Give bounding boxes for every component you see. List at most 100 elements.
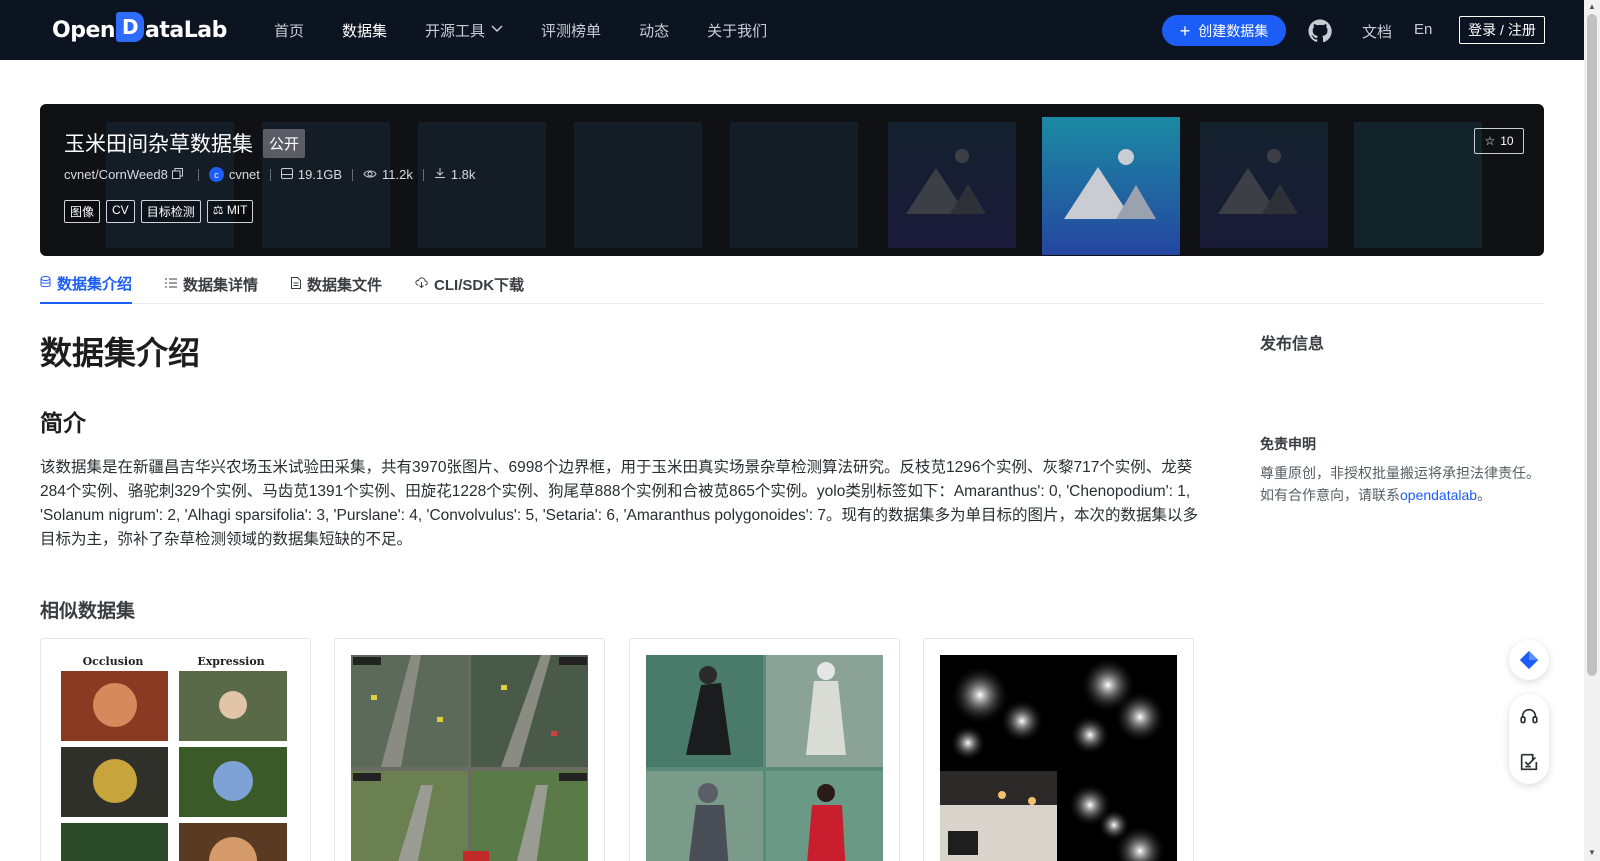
floating-toolbar [1509,694,1549,784]
login-register-button[interactable]: 登录 / 注册 [1459,16,1545,44]
logo-d-mark: D [116,12,145,42]
dataset-title-row: 玉米田间杂草数据集 公开 [64,128,306,158]
eye-icon [363,168,377,182]
tab-label: 数据集文件 [307,276,383,294]
banner-thumbnail-image-placeholder [1200,122,1328,248]
opendatalab-logo[interactable]: Open D ataLab [52,12,227,46]
visibility-badge: 公开 [263,128,306,158]
similar-dataset-card[interactable] [334,638,605,861]
download-icon [434,167,446,182]
tag-modality[interactable]: 图像 [64,200,101,223]
language-switch[interactable]: En [1414,21,1432,38]
plus-icon: + [1179,20,1191,41]
similar-dataset-thumbnail [351,655,588,861]
similar-dataset-thumbnail [646,655,883,861]
list-icon [165,277,178,291]
dataset-views: 11.2k [382,167,413,182]
top-navbar: Open D ataLab 首页 数据集 开源工具 评测榜单 动态 关于我们 +… [0,0,1584,60]
create-dataset-label: 创建数据集 [1198,22,1269,39]
scale-icon: ⚖ [212,203,224,217]
image-placeholder-icon [906,149,986,214]
scrollbar-thumb[interactable] [1587,14,1597,676]
nav-news[interactable]: 动态 [639,20,669,41]
chevron-down-icon [491,24,503,36]
similar-dataset-thumbnail: Occlusion Expression [57,655,294,861]
create-dataset-button[interactable]: + 创建数据集 [1162,15,1286,46]
star-count: 10 [1500,134,1514,148]
star-icon: ☆ [1484,134,1496,148]
banner-thumbnail [730,122,858,248]
tab-label: 数据集介绍 [57,275,133,293]
section-heading-intro: 数据集介绍 [40,335,201,371]
meta-divider [197,168,199,181]
image-placeholder-icon [1218,149,1298,214]
dataset-tabs: 数据集介绍 数据集详情 数据集文件 CLI/SDK下载 [40,264,1544,304]
meta-divider [422,168,424,181]
feedback-edit-icon[interactable] [1518,751,1540,773]
disclaimer-text: 尊重原创，非授权批量搬运将承担法律责任。如有合作意向，请联系opendatala… [1260,462,1550,506]
banner-thumbnail-selected [1042,117,1180,255]
logo-text-open: Open [52,17,116,43]
tab-cli-sdk-download[interactable]: CLI/SDK下载 [415,264,524,304]
dataset-title: 玉米田间杂草数据集 [64,133,253,156]
banner-thumbnail-image-placeholder [888,122,1016,248]
assistant-diamond-icon [1519,650,1539,670]
opendatalab-contact-link[interactable]: opendatalab [1400,487,1477,503]
database-icon [40,275,51,291]
tag-task[interactable]: 目标检测 [140,200,201,223]
dataset-size: 19.1GB [297,167,342,182]
nav-leaderboard[interactable]: 评测榜单 [541,20,601,41]
dataset-repo-name: cvnet/CornWeed8 [64,167,168,182]
tag-domain[interactable]: CV [106,200,135,223]
publish-info-heading: 发布信息 [1260,336,1325,353]
meta-divider [269,168,271,181]
tab-dataset-intro[interactable]: 数据集介绍 [40,264,133,304]
similar-dataset-card[interactable] [923,638,1194,861]
tab-label: CLI/SDK下载 [434,276,525,294]
banner-thumbnail [574,122,702,248]
tab-dataset-details[interactable]: 数据集详情 [165,264,258,304]
owner-name[interactable]: cvnet [229,167,260,182]
storage-icon [280,167,293,182]
disclaimer-heading: 免责申明 [1260,436,1316,452]
meta-divider [352,168,353,181]
logo-text-atalab: ataLab [145,17,227,43]
scroll-down-arrow-icon[interactable]: ▼ [1588,848,1596,857]
tab-dataset-files[interactable]: 数据集文件 [291,264,382,304]
dataset-banner: 玉米田间杂草数据集 公开 cvnet/CornWeed8 c cvnet 19.… [40,104,1544,256]
tab-label: 数据集详情 [183,276,259,294]
similar-datasets-heading: 相似数据集 [40,601,136,622]
similar-dataset-thumbnail [940,655,1177,861]
dataset-tags: 图像 CV 目标检测 ⚖ MIT [64,200,259,223]
cloud-download-icon [415,277,428,291]
file-icon [291,276,302,292]
scroll-up-arrow-icon[interactable]: ▲ [1588,2,1596,11]
banner-thumbnail [1354,122,1482,248]
floating-assistant-button[interactable] [1509,640,1549,680]
subheading-summary: 简介 [40,410,86,436]
nav-about[interactable]: 关于我们 [707,20,767,41]
docs-link[interactable]: 文档 [1362,21,1392,42]
banner-thumbnail [418,122,546,248]
star-button[interactable]: ☆ 10 [1474,128,1524,154]
dataset-downloads: 1.8k [450,167,476,182]
dataset-meta: cvnet/CornWeed8 c cvnet 19.1GB 11.2k 1.8… [64,167,475,182]
main-nav: 首页 数据集 开源工具 评测榜单 动态 关于我们 [274,0,805,60]
image-placeholder-icon [1064,149,1156,219]
dataset-description: 该数据集是在新疆昌吉华兴农场玉米试验田采集，共有3970张图片、6998个边界框… [40,459,1198,548]
nav-open-tools-label: 开源工具 [425,22,486,40]
nav-datasets[interactable]: 数据集 [342,20,387,41]
tag-license[interactable]: ⚖ MIT [206,200,254,223]
similar-dataset-card[interactable]: Occlusion Expression [40,638,311,861]
owner-avatar[interactable]: c [208,167,224,182]
copy-icon[interactable] [171,167,183,182]
nav-home[interactable]: 首页 [274,20,304,41]
headset-support-icon[interactable] [1518,706,1540,728]
disclaimer-end: 。 [1477,487,1492,503]
card-label-expression: Expression [197,655,264,668]
similar-dataset-card[interactable] [629,638,900,861]
nav-open-tools[interactable]: 开源工具 [425,20,503,41]
github-icon[interactable] [1308,19,1332,43]
license-label: MIT [226,203,248,217]
card-label-occlusion: Occlusion [83,655,144,668]
